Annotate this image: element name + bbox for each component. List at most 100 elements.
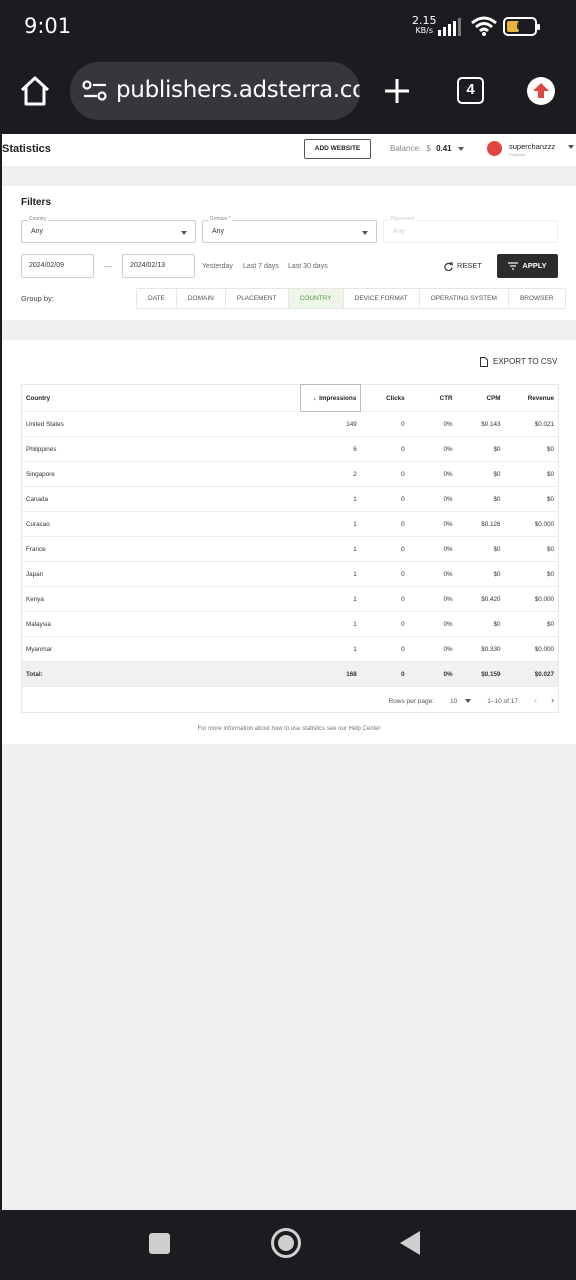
cell-ctr: 0%	[408, 511, 457, 537]
cell-country: Myanmar	[21, 636, 301, 662]
tab-device-format[interactable]: DEVICE FORMAT	[344, 289, 420, 308]
export-csv-button[interactable]: EXPORT TO CSV	[480, 357, 557, 367]
site-settings-icon[interactable]	[82, 79, 108, 103]
placement-select: Placement Any	[383, 216, 558, 243]
cell-revenue: $0	[504, 436, 559, 462]
table-row: Canada 1 0 0% $0 $0	[21, 486, 559, 512]
quick-yesterday[interactable]: Yesterday	[202, 263, 233, 270]
page-range: 1–10 of 17	[487, 697, 518, 705]
url-value: publishers.adsterra.com	[116, 77, 360, 103]
date-from-input[interactable]: 2024/02/09	[21, 254, 94, 278]
help-text[interactable]: For more information about how to use st…	[2, 726, 576, 732]
cell-cpm: $0.143	[456, 411, 505, 437]
chevron-down-icon[interactable]	[568, 145, 574, 149]
chevron-down-icon	[457, 146, 464, 151]
cell-country: United States	[21, 411, 301, 437]
cell-impressions: 149	[300, 411, 361, 437]
pagination: Rows per page: 10 1–10 of 17 ‹ ›	[22, 687, 559, 713]
apply-button[interactable]: APPLY	[497, 254, 558, 278]
avatar[interactable]	[487, 141, 502, 156]
cell-cpm: $0	[456, 611, 505, 637]
cell-ctr: 0%	[408, 661, 457, 687]
cell-clicks: 0	[360, 511, 409, 537]
col-cpm[interactable]: CPM	[456, 384, 505, 412]
rows-per-page-value: 10	[450, 697, 458, 705]
cell-revenue: $0	[504, 461, 559, 487]
cell-impressions: 1	[300, 536, 361, 562]
table-row: United States 149 0 0% $0.143 $0.021	[21, 411, 559, 437]
chevron-down-icon	[465, 698, 472, 703]
cell-impressions: 2	[300, 461, 361, 487]
balance-currency: $	[426, 144, 431, 153]
address-bar[interactable]: publishers.adsterra.com	[70, 62, 360, 120]
cell-country: France	[21, 536, 301, 562]
export-csv-label: EXPORT TO CSV	[493, 357, 558, 367]
home-button[interactable]	[271, 1228, 301, 1258]
next-page-icon[interactable]: ›	[551, 695, 554, 705]
cell-cpm: $0	[456, 436, 505, 462]
cell-clicks: 0	[360, 411, 409, 437]
tab-browser[interactable]: BROWSER	[509, 289, 565, 308]
col-ctr[interactable]: CTR	[408, 384, 457, 412]
col-revenue[interactable]: Revenue	[504, 384, 559, 412]
signal-icon	[438, 18, 461, 36]
group-by-label: Group by:	[21, 294, 54, 303]
cell-revenue: $0.000	[504, 636, 559, 662]
user-role: Publisher	[509, 152, 526, 157]
statistics-table: Country ↓ Impressions Clicks CTR CPM Reve…	[21, 384, 559, 713]
back-button[interactable]	[400, 1231, 420, 1255]
pagination-row: Rows per page: 10 1–10 of 17 ‹ ›	[22, 687, 559, 713]
rows-per-page-select[interactable]: 10	[442, 697, 472, 705]
cell-cpm: $0	[456, 561, 505, 587]
quick-last-7-days[interactable]: Last 7 days	[243, 263, 279, 270]
tab-date[interactable]: DATE	[137, 289, 177, 308]
col-clicks[interactable]: Clicks	[360, 384, 409, 412]
url-text: publishers.adsterra.com	[116, 77, 360, 103]
date-to-input[interactable]: 2024/02/13	[122, 254, 195, 278]
cell-clicks: 0	[360, 536, 409, 562]
reset-label: RESET	[457, 261, 483, 270]
cell-impressions: 1	[300, 511, 361, 537]
statistics-card: EXPORT TO CSV Country ↓ Impressions Click…	[2, 340, 576, 744]
cell-impressions: 1	[300, 586, 361, 612]
country-select[interactable]: Country Any	[21, 216, 196, 243]
username[interactable]: superchanzzz	[509, 142, 555, 151]
recents-button[interactable]	[149, 1233, 170, 1254]
net-speed-value: 2.15	[412, 14, 437, 27]
col-impressions[interactable]: ↓ Impressions	[300, 384, 362, 412]
add-website-button[interactable]: ADD WEBSITE	[304, 139, 371, 159]
tab-domain[interactable]: DOMAIN	[177, 289, 226, 308]
cell-revenue: $0	[504, 561, 559, 587]
cell-clicks: 0	[360, 636, 409, 662]
cell-ctr: 0%	[408, 436, 457, 462]
home-icon[interactable]	[18, 74, 52, 108]
cell-impressions: 6	[300, 436, 361, 462]
system-nav-bar	[0, 1210, 576, 1280]
country-select-label: Country	[28, 216, 48, 222]
col-country[interactable]: Country	[21, 384, 301, 412]
battery-level: 6	[516, 19, 524, 33]
tab-placement[interactable]: PLACEMENT	[226, 289, 289, 308]
tab-operating-system[interactable]: OPERATING SYSTEM	[420, 289, 509, 308]
tab-country[interactable]: COUNTRY	[288, 289, 344, 308]
cell-country: Canada	[21, 486, 301, 512]
quick-last-30-days[interactable]: Last 30 days	[288, 263, 328, 270]
cell-clicks: 0	[360, 611, 409, 637]
new-tab-icon[interactable]	[382, 76, 412, 106]
sort-down-icon: ↓	[312, 394, 317, 402]
cell-country: Total:	[21, 661, 301, 687]
cell-country: Singapore	[21, 461, 301, 487]
update-icon[interactable]	[527, 77, 555, 105]
chevron-down-icon	[181, 231, 187, 235]
browser-toolbar: publishers.adsterra.com 4	[0, 56, 576, 132]
cell-cpm: $0.420	[456, 586, 505, 612]
balance-dropdown[interactable]: Balance: $ 0.41	[390, 144, 464, 153]
domain-select-label: Domain *	[209, 216, 232, 222]
domain-select[interactable]: Domain * Any	[202, 216, 377, 243]
reset-button[interactable]: RESET	[444, 261, 482, 271]
tab-switcher-button[interactable]: 4	[457, 77, 484, 104]
rows-per-page-label: Rows per page:	[388, 697, 435, 705]
cell-ctr: 0%	[408, 411, 457, 437]
prev-page-icon[interactable]: ‹	[534, 695, 537, 705]
cell-clicks: 0	[360, 436, 409, 462]
